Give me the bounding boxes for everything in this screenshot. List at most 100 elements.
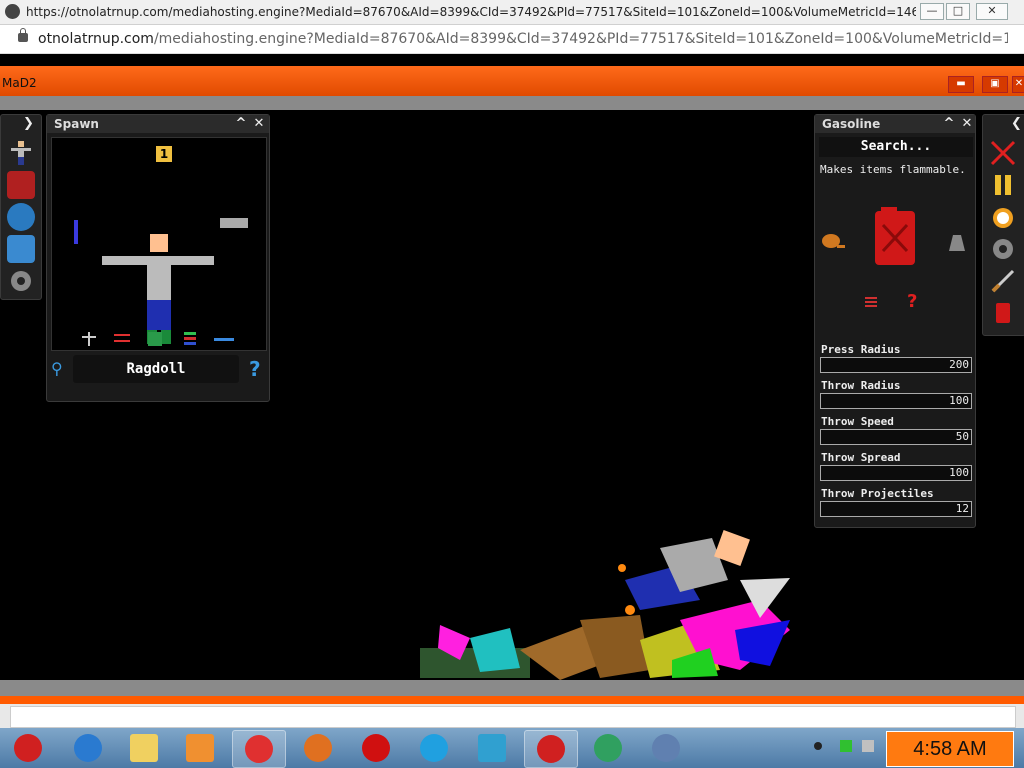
slider-track[interactable]: 100 [820,393,972,409]
taskbar-app[interactable] [292,730,344,766]
preview-toolbar [82,332,234,346]
search-input[interactable]: Search... [819,137,973,157]
browser-title: https://otnolatrnup.com/mediahosting.eng… [26,5,916,19]
slider-value: 12 [955,502,969,515]
internet-explorer-icon [74,734,102,762]
close-button[interactable]: ✕ [976,3,1008,20]
slider-label: Throw Radius [821,379,901,392]
help-icon[interactable]: ? [249,357,261,381]
app-minimize-button[interactable]: ▬ [948,76,974,93]
lock-icon [18,28,28,42]
globe-icon [5,4,20,19]
close-icon[interactable]: ✕ [251,116,267,132]
taskbar-app-active[interactable] [524,730,578,768]
taskbar-app[interactable] [640,730,692,766]
taskbar-app[interactable] [174,730,226,766]
layers-icon [184,332,196,345]
url-host: otnolatrnup.com [38,31,154,47]
debris-pile [420,530,790,680]
slider-value: 50 [955,430,969,443]
ragdoll-tool-icon[interactable] [7,139,35,167]
slider-label: Press Radius [821,343,901,356]
slider-label: Throw Projectiles [821,487,934,500]
network-icon [594,734,622,762]
app-bottom-border [0,696,1024,704]
globe-icon[interactable] [7,203,35,231]
slider-track[interactable]: 200 [820,357,972,373]
box-icon [478,734,506,762]
maximize-button[interactable]: □ [946,3,970,20]
help-icon[interactable]: ? [907,291,917,312]
angry-birds-icon [537,735,565,763]
close-icon[interactable]: ✕ [959,116,975,132]
spawn-panel-title: Spawn [54,117,99,131]
chevron-left-icon[interactable]: ❮ [1011,116,1022,131]
save-icon[interactable] [7,235,35,263]
minimize-button[interactable]: — [920,3,944,20]
app-maximize-button[interactable]: ▣ [982,76,1008,93]
collapse-icon[interactable]: ^ [233,116,249,132]
item-panel: Gasoline ^ ✕ Search... Makes items flamm… [814,114,976,528]
pause-icon[interactable] [989,171,1017,199]
pose-icon [82,332,96,346]
item-panel-header[interactable]: Gasoline ^ ✕ [815,115,975,133]
network-tray-icon[interactable] [840,740,852,752]
app-close-button[interactable]: ✕ [1012,76,1024,93]
slider-track[interactable]: 50 [820,429,972,445]
gear-icon[interactable] [7,267,35,295]
app-title-bar: MaD2 ▬ ▣ ✕ [0,66,1024,96]
slider-track[interactable]: 100 [820,465,972,481]
item-description: Makes items flammable. [820,163,966,176]
book-icon[interactable] [7,171,35,199]
left-toolbar: ❯ [0,114,42,300]
folder-icon [130,734,158,762]
item-panel-title: Gasoline [822,117,881,131]
opera-icon [362,734,390,762]
spawn-panel-header[interactable]: Spawn ^ ✕ [47,115,269,133]
stopwatch-icon[interactable] [989,203,1017,231]
slider-track[interactable]: 12 [820,501,972,517]
chevron-right-icon[interactable]: ❯ [23,116,34,131]
clear-icon[interactable] [989,139,1017,167]
taskbar-app[interactable] [118,730,170,766]
slider-label: Throw Spread [821,451,901,464]
slider-value: 100 [949,394,969,407]
skype-icon [420,734,448,762]
clock[interactable]: 4:58 AM [886,731,1014,767]
angry-birds-icon [14,734,42,762]
tray-dot-icon[interactable] [814,742,822,750]
address-bar[interactable]: otnolatrnup.com/mediahosting.engine?Medi… [0,25,1024,54]
slider-value: 200 [949,358,969,371]
taskbar-app[interactable] [408,730,460,766]
collapse-icon[interactable]: ^ [941,116,957,132]
chrome-icon [245,735,273,763]
start-button[interactable] [2,730,54,766]
taskbar-app[interactable] [466,730,518,766]
taskbar-app[interactable] [62,730,114,766]
search-icon[interactable]: ⚲ [51,359,63,378]
knife-icon[interactable] [989,267,1017,295]
taskbar-app[interactable] [582,730,634,766]
url-path: /mediahosting.engine?MediaId=87670&AId=8… [153,31,1008,47]
spawn-preview[interactable]: 1 [51,137,267,351]
gear-icon[interactable] [989,235,1017,263]
spawn-panel: Spawn ^ ✕ 1 ⚲ Ragdoll ? [46,114,270,402]
gas-can-icon[interactable] [989,299,1017,327]
ceiling-strip [0,96,1024,110]
swap-icon [114,334,130,342]
floor [0,680,1024,696]
drumstick-icon [822,234,845,248]
browser-title-bar: https://otnolatrnup.com/mediahosting.eng… [0,0,1024,25]
flip-icon [214,338,234,341]
selected-item-name[interactable]: Ragdoll [73,355,239,383]
media-player-icon [186,734,214,762]
app-name: MaD2 [2,76,37,90]
url-text[interactable]: otnolatrnup.com/mediahosting.engine?Medi… [38,31,1008,47]
grid-icon [148,332,162,346]
taskbar-app-active[interactable] [232,730,286,768]
spawn-footer: ⚲ Ragdoll ? [51,355,265,383]
bell-icon [949,235,965,251]
firefox-icon [304,734,332,762]
taskbar-app[interactable] [350,730,402,766]
volume-muted-icon[interactable] [862,740,874,752]
